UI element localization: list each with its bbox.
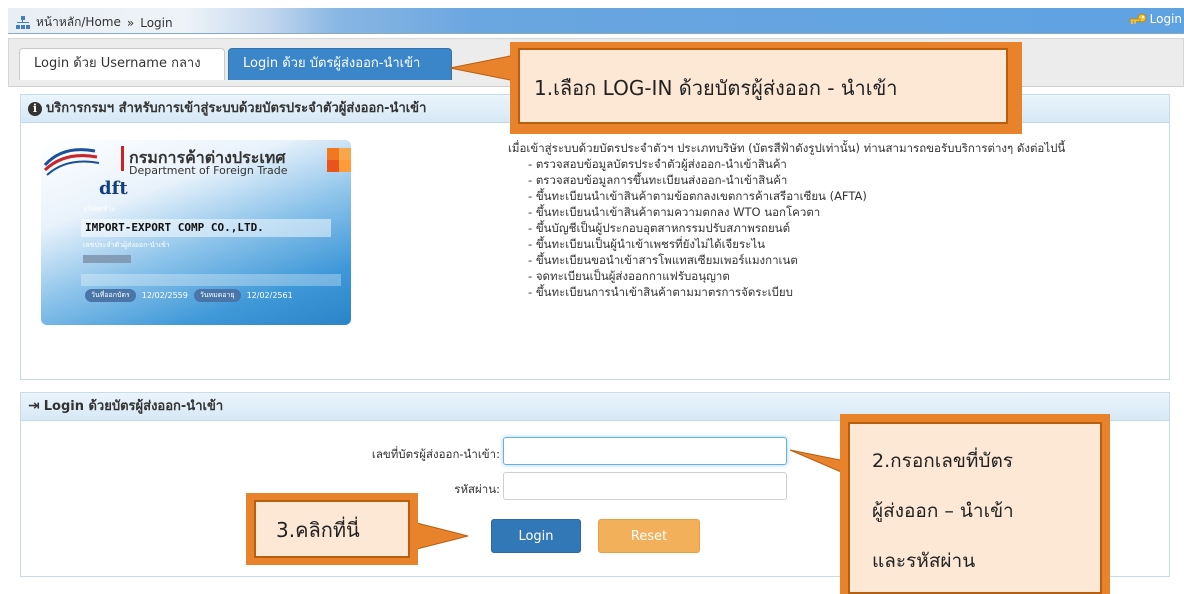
key-icon [1129,13,1147,25]
list-item: ขึ้นทะเบียนนำเข้าสินค้าตามความตกลง WTO น… [528,204,1168,220]
card-id-redacted [83,255,131,263]
services-list: ตรวจสอบข้อมูลบัตรประจำตัวผู้ส่งออก-นำเข้… [508,156,1168,300]
card-issue-date: 12/02/2559 [141,291,188,300]
card-login-panel-title: Login ด้วยบัตรผู้ส่งออก-นำเข้า [43,399,224,414]
reset-button[interactable]: Reset [598,519,700,553]
tab-card-login[interactable]: Login ด้วย บัตรผู้ส่งออก-นำเข้า [228,48,452,80]
card-logo-square [327,160,339,172]
callout-step-3: 3.คลิกที่นี่ [254,500,410,558]
list-item: ขึ้นทะเบียนการนำเข้าสินค้าตามมาตรการจัดร… [528,284,1168,300]
card-logo-square [339,160,351,172]
callout-step-3-text: 3.คลิกที่นี่ [276,518,360,542]
card-stripe [81,274,341,286]
card-company-name: IMPORT-EXPORT COMP CO.,LTD. [81,219,331,237]
card-expiry-label: วันหมดอายุ [193,289,241,302]
callout-step-2-line1: 2.กรอกเลขที่บัตร [872,450,1014,472]
card-number-input[interactable] [503,437,787,465]
dft-swoosh-logo [43,148,100,176]
list-item: ขึ้นทะเบียนขอนำเข้าสารโพแทสเซียมเพอร์แมง… [528,252,1168,268]
card-logo-square [339,148,351,160]
callout-step-2: 2.กรอกเลขที่บัตร ผู้ส่งออก – นำเข้า และร… [848,422,1102,594]
callout-step-1: 1.เลือก LOG-IN ด้วยบัตรผู้ส่งออก - นำเข้… [518,48,1008,124]
tab-username-login[interactable]: Login ด้วย Username กลาง [19,48,225,80]
breadcrumb-current: Login [140,15,173,30]
breadcrumb: หน้าหลัก/Home » Login [16,13,173,32]
services-panel: i บริการกรมฯ สำหรับการเข้าสู่ระบบด้วยบัต… [20,94,1170,380]
card-issue-label: วันที่ออกบัตร [85,289,136,302]
list-item: ตรวจสอบข้อมูลบัตรประจำตัวผู้ส่งออก-นำเข้… [528,156,1168,172]
list-item: ตรวจสอบข้อมูลการขึ้นทะเบียนส่งออก-นำเข้า… [528,172,1168,188]
list-item: จดทะเบียนเป็นผู้ส่งออกกาแฟรับอนุญาต [528,268,1168,284]
callout-step-1-text: 1.เลือก LOG-IN ด้วยบัตรผู้ส่งออก - นำเข้… [534,76,898,100]
callout-step-2-line2: ผู้ส่งออก – นำเข้า [872,500,1014,522]
card-expiry-date: 12/02/2561 [246,291,293,300]
card-dft-logo-text: dft [99,178,128,199]
list-item: ขึ้นทะเบียนเป็นผู้นำเข้าเพชรที่ยังไม่ได้… [528,236,1168,252]
services-intro: เมื่อเข้าสู่ระบบด้วยบัตรประจำตัวฯ ประเภท… [508,141,1066,155]
login-button[interactable]: Login [491,519,581,553]
top-bar: หน้าหลัก/Home » Login Login [8,8,1184,34]
services-list-block: เมื่อเข้าสู่ระบบด้วยบัตรประจำตัวฯ ประเภท… [508,140,1168,300]
card-company-label: บริษัท/ห้าง [83,205,115,213]
top-login-link[interactable]: Login [1129,12,1182,26]
card-number-label: เลขที่บัตรผู้ส่งออก-นำเข้า: [371,447,500,461]
breadcrumb-home-link[interactable]: หน้าหลัก/Home [36,13,121,32]
sample-card-image: กรมการค้าต่างประเทศ Department of Foreig… [41,140,351,325]
breadcrumb-separator: » [126,15,135,30]
card-dates: วันที่ออกบัตร 12/02/2559 วันหมดอายุ 12/0… [85,289,293,302]
sitemap-icon [16,16,30,29]
card-id-label: เลขประจำตัวผู้ส่งออก-นำเข้า [83,241,170,249]
list-item: ขึ้นทะเบียนนำเข้าสินค้าตามข้อตกลงเขตการค… [528,188,1168,204]
info-icon: i [28,101,42,116]
services-panel-title: บริการกรมฯ สำหรับการเข้าสู่ระบบด้วยบัตรป… [46,101,427,116]
password-input[interactable] [503,472,787,500]
callout-step-2-line3: และรหัสผ่าน [872,550,976,572]
list-item: ขึ้นบัญชีเป็นผู้ประกอบอุตสาหกรรมปรับสภาพ… [528,220,1168,236]
card-logo-square [327,148,339,160]
sign-in-icon: ⇥ [28,398,40,414]
card-org-english: Department of Foreign Trade [129,164,288,177]
top-login-label: Login [1149,12,1182,26]
